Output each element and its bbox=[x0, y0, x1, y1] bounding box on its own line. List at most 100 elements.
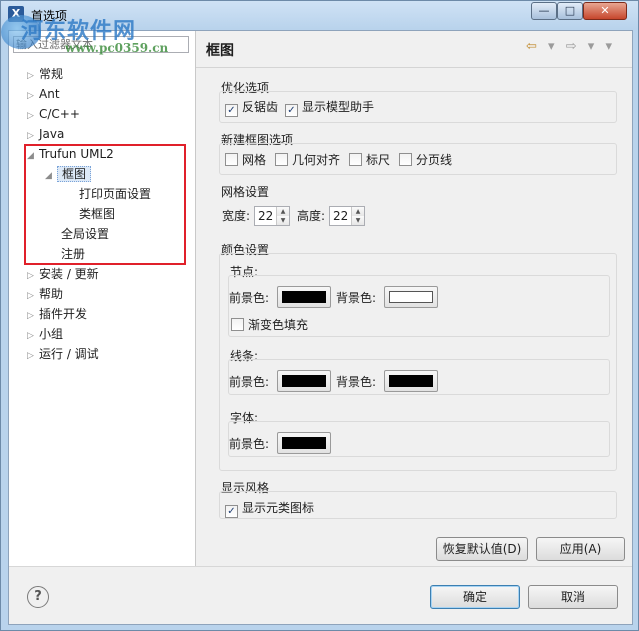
forward-arrow-icon[interactable]: ⇨ bbox=[566, 39, 577, 54]
expand-arrow-icon[interactable]: ▷ bbox=[27, 106, 39, 126]
expand-arrow-icon[interactable]: ▷ bbox=[27, 86, 39, 106]
model-assistant-label: 显示模型助手 bbox=[302, 100, 375, 114]
page-nav-toolbar: ⇦ ▾ ⇨ ▾ ▾ bbox=[526, 39, 619, 54]
gradient-fill-label: 渐变色填充 bbox=[248, 318, 309, 332]
highlight-annotation-box bbox=[24, 144, 186, 265]
dialog-client: 输入过滤器文本 ▷ 常规 ▷ Ant ▷ C/C++ ▷ Java ◢ Trufun UM… bbox=[8, 30, 633, 625]
line-fg-color-button[interactable] bbox=[277, 370, 331, 392]
apply-button[interactable]: 应用(A) bbox=[536, 537, 625, 561]
node-fg-color-button[interactable] bbox=[277, 286, 331, 308]
tree-item-label: 运行 / 调试 bbox=[39, 347, 99, 361]
expand-arrow-icon[interactable]: ▷ bbox=[27, 346, 39, 366]
font-fg-color-button[interactable] bbox=[277, 432, 331, 454]
checkbox-empty-icon bbox=[399, 153, 412, 166]
page-break-label: 分页线 bbox=[416, 153, 453, 167]
expand-arrow-icon[interactable]: ▷ bbox=[27, 266, 39, 286]
checkbox-empty-icon bbox=[225, 153, 238, 166]
grid-height-spinner[interactable]: 22 ▲ ▼ bbox=[329, 206, 365, 226]
node-fg-label: 前景色: bbox=[229, 291, 270, 305]
optimize-group: ✓ 反锯齿 ✓ 显示模型助手 bbox=[219, 91, 617, 123]
display-style-group: ✓ 显示元类图标 bbox=[219, 491, 617, 519]
tree-item-label: C/C++ bbox=[39, 107, 80, 121]
tree-item-label: 小组 bbox=[39, 327, 64, 341]
model-assistant-checkbox[interactable]: ✓ 显示模型助手 bbox=[285, 99, 375, 117]
tree-item-install-update[interactable]: ▷ 安装 / 更新 bbox=[27, 264, 99, 284]
grid-label: 网格 bbox=[242, 153, 267, 167]
tree-item-general[interactable]: ▷ 常规 bbox=[27, 64, 63, 84]
tree-item-ant[interactable]: ▷ Ant bbox=[27, 84, 60, 104]
tree-item-plugin-dev[interactable]: ▷ 插件开发 bbox=[27, 304, 87, 324]
spin-down-icon[interactable]: ▼ bbox=[277, 216, 289, 225]
checkbox-check-icon: ✓ bbox=[225, 104, 238, 117]
node-bg-color-button[interactable] bbox=[384, 286, 438, 308]
checkbox-check-icon: ✓ bbox=[225, 505, 238, 518]
geometric-align-label: 几何对齐 bbox=[292, 153, 341, 167]
ok-button[interactable]: 确定 bbox=[430, 585, 520, 609]
font-fg-swatch bbox=[282, 437, 326, 449]
geometric-align-checkbox[interactable]: 几何对齐 bbox=[275, 152, 340, 168]
grid-height-value[interactable]: 22 bbox=[333, 209, 348, 223]
ruler-checkbox[interactable]: 标尺 bbox=[349, 152, 390, 168]
checkbox-empty-icon bbox=[349, 153, 362, 166]
expand-arrow-icon[interactable]: ▷ bbox=[27, 66, 39, 86]
tree-item-label: 常规 bbox=[39, 67, 64, 81]
spin-up-icon[interactable]: ▲ bbox=[352, 207, 364, 216]
antialias-checkbox[interactable]: ✓ 反锯齿 bbox=[225, 99, 278, 117]
tree-item-label: 插件开发 bbox=[39, 307, 88, 321]
minimize-button[interactable]: — bbox=[531, 2, 557, 20]
grid-width-value[interactable]: 22 bbox=[258, 209, 273, 223]
header-divider bbox=[196, 67, 632, 68]
line-fg-swatch bbox=[282, 375, 326, 387]
node-bg-label: 背景色: bbox=[336, 291, 377, 305]
node-bg-swatch bbox=[389, 291, 433, 303]
grid-width-label: 宽度: bbox=[222, 209, 251, 223]
tree-item-label: 安装 / 更新 bbox=[39, 267, 99, 281]
line-bg-swatch bbox=[389, 375, 433, 387]
expand-arrow-icon[interactable]: ▷ bbox=[27, 306, 39, 326]
watermark: 河东软件网 www.pc0359.cn bbox=[21, 13, 168, 55]
back-arrow-icon[interactable]: ⇦ bbox=[526, 39, 537, 54]
close-button[interactable]: ✕ bbox=[583, 2, 627, 20]
line-fg-label: 前景色: bbox=[229, 375, 270, 389]
watermark-url: www.pc0359.cn bbox=[65, 41, 169, 55]
spin-up-icon[interactable]: ▲ bbox=[277, 207, 289, 216]
show-element-icon-checkbox[interactable]: ✓ 显示元类图标 bbox=[225, 500, 315, 518]
tree-item-label: Ant bbox=[39, 87, 60, 101]
ruler-label: 标尺 bbox=[366, 153, 391, 167]
forward-menu-chevron-icon[interactable]: ▾ bbox=[588, 39, 595, 54]
grid-checkbox[interactable]: 网格 bbox=[225, 152, 266, 168]
show-element-icon-label: 显示元类图标 bbox=[242, 501, 315, 515]
grid-height-spin-buttons[interactable]: ▲ ▼ bbox=[351, 207, 364, 225]
page-break-checkbox[interactable]: 分页线 bbox=[399, 152, 452, 168]
preferences-window: X 首选项 — □ ✕ 输入过滤器文本 ▷ 常规 ▷ Ant ▷ C/C++ ▷ Jav… bbox=[0, 0, 639, 631]
preference-page: 框图 ⇦ ▾ ⇨ ▾ ▾ 优化选项 ✓ 反锯齿 ✓ 显示模型助手 新建框图选项 网格… bbox=[196, 31, 632, 566]
grid-height-label: 高度: bbox=[297, 209, 326, 223]
grid-width-spinner[interactable]: 22 ▲ ▼ bbox=[254, 206, 290, 226]
page-title: 框图 bbox=[206, 43, 234, 59]
spin-down-icon[interactable]: ▼ bbox=[352, 216, 364, 225]
node-fg-swatch bbox=[282, 291, 326, 303]
line-bg-color-button[interactable] bbox=[384, 370, 438, 392]
grid-settings-group-label: 网格设置 bbox=[221, 185, 270, 199]
restore-defaults-button[interactable]: 恢复默认值(D) bbox=[436, 537, 528, 561]
grid-width-spin-buttons[interactable]: ▲ ▼ bbox=[276, 207, 289, 225]
help-icon[interactable]: ? bbox=[27, 586, 49, 608]
expand-arrow-icon[interactable]: ▷ bbox=[27, 326, 39, 346]
tree-item-run-debug[interactable]: ▷ 运行 / 调试 bbox=[27, 344, 99, 364]
checkbox-empty-icon bbox=[231, 318, 244, 331]
preferences-tree-panel: 输入过滤器文本 ▷ 常规 ▷ Ant ▷ C/C++ ▷ Java ◢ Trufun UM… bbox=[9, 31, 196, 566]
maximize-button[interactable]: □ bbox=[557, 2, 583, 20]
gradient-fill-checkbox[interactable]: 渐变色填充 bbox=[231, 317, 308, 333]
expand-arrow-icon[interactable]: ▷ bbox=[27, 286, 39, 306]
tree-item-cpp[interactable]: ▷ C/C++ bbox=[27, 104, 80, 124]
cancel-button[interactable]: 取消 bbox=[528, 585, 618, 609]
view-menu-chevron-icon[interactable]: ▾ bbox=[605, 39, 612, 54]
tree-item-java[interactable]: ▷ Java bbox=[27, 124, 64, 144]
back-menu-chevron-icon[interactable]: ▾ bbox=[548, 39, 555, 54]
new-diagram-group: 网格 几何对齐 标尺 分页线 bbox=[219, 143, 617, 175]
tree-item-team[interactable]: ▷ 小组 bbox=[27, 324, 63, 344]
tree-item-help[interactable]: ▷ 帮助 bbox=[27, 284, 63, 304]
dialog-button-bar: ? 确定 取消 bbox=[9, 566, 632, 625]
tree-item-label: 帮助 bbox=[39, 287, 64, 301]
expand-arrow-icon[interactable]: ▷ bbox=[27, 126, 39, 146]
